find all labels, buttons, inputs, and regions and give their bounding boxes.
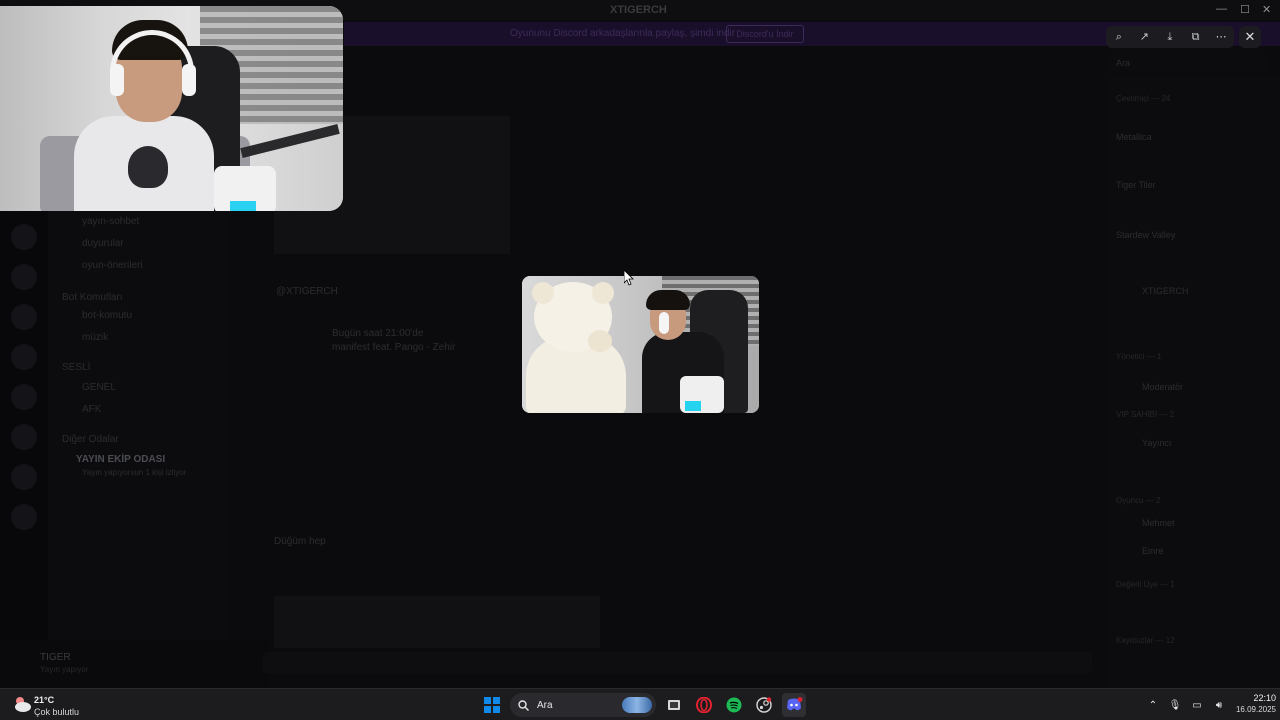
- chat-message: Düğüm hep: [274, 536, 326, 547]
- user-panel-username: TIGER: [40, 652, 71, 663]
- chevron-up-icon[interactable]: ⌃: [1146, 700, 1160, 711]
- channel-list: yayın-sohbet duyurular oyun-önerileri Bo…: [48, 210, 226, 688]
- weather-temperature: 21°C: [34, 695, 55, 705]
- taskbar-search-label: Ara: [537, 699, 553, 711]
- teddy-bear-ear: [532, 282, 554, 304]
- message-input[interactable]: [262, 652, 1092, 674]
- member-category: Kayıtsızlar — 12: [1116, 636, 1175, 645]
- popout-person-hair: [646, 290, 690, 310]
- server-icon[interactable]: [11, 504, 37, 530]
- member-item[interactable]: XTIGERCH: [1142, 286, 1189, 296]
- close-window-icon[interactable]: ✕: [1262, 3, 1271, 16]
- member-category: Yönetici — 1: [1116, 352, 1162, 361]
- voice-channel-item[interactable]: GENEL: [82, 382, 116, 393]
- shirt-skull-print: [128, 146, 168, 188]
- taskbar-clock[interactable]: 22:10 16.09.2025: [1224, 693, 1276, 714]
- download-icon[interactable]: ⤓: [1161, 28, 1179, 46]
- channel-category[interactable]: Bot Komutları: [62, 292, 123, 303]
- weather-condition: Çok bulutlu: [34, 707, 80, 717]
- discord-icon[interactable]: [782, 693, 806, 717]
- app-title: XTIGERCH: [610, 4, 667, 16]
- forward-icon[interactable]: ↗: [1135, 28, 1153, 46]
- member-list: Çevrimiçi — 24 Metallica Tiger Tiler Sta…: [1106, 76, 1280, 688]
- channel-category[interactable]: Diğer Odalar: [62, 434, 119, 445]
- message-embed[interactable]: [274, 596, 600, 648]
- server-icon[interactable]: [11, 384, 37, 410]
- spotify-icon[interactable]: [722, 693, 746, 717]
- user-panel: TIGER Yayın yapıyor: [0, 640, 270, 688]
- voice-channel-item[interactable]: AFK: [82, 404, 101, 415]
- member-category: Değerli Üye — 1: [1116, 580, 1175, 589]
- server-icon[interactable]: [11, 424, 37, 450]
- zoom-icon[interactable]: ⌕: [1110, 28, 1128, 46]
- server-list: [0, 210, 48, 688]
- member-item[interactable]: Moderatör: [1142, 382, 1183, 392]
- channel-category[interactable]: SESLİ: [62, 362, 90, 373]
- server-icon[interactable]: [11, 224, 37, 250]
- member-item[interactable]: Tiger Tiler: [1116, 180, 1156, 190]
- channel-item[interactable]: müzik: [82, 332, 108, 343]
- member-category: Çevrimiçi — 24: [1116, 94, 1171, 103]
- network-icon[interactable]: ▭: [1190, 700, 1204, 711]
- banner-download-button[interactable]: Discord'u İndir: [726, 25, 804, 43]
- server-icon[interactable]: [11, 264, 37, 290]
- search-highlight-image: [622, 697, 652, 713]
- chat-message: @XTIGERCH: [276, 286, 338, 297]
- opera-icon[interactable]: [692, 693, 716, 717]
- task-view-icon[interactable]: [662, 693, 686, 717]
- webcam-overlay: [0, 6, 343, 211]
- member-category: VIP SAHİBİ — 2: [1116, 410, 1175, 419]
- member-item[interactable]: Stardew Valley: [1116, 230, 1175, 240]
- clock-time: 22:10: [1253, 693, 1276, 703]
- member-item[interactable]: Mehmet: [1142, 518, 1175, 528]
- channel-item[interactable]: yayın-sohbet: [82, 216, 139, 227]
- headphone-cup: [110, 64, 124, 96]
- stream-popout-video[interactable]: [522, 276, 759, 413]
- close-viewer-button[interactable]: ✕: [1239, 26, 1261, 48]
- cloud-weather-icon: [15, 697, 31, 712]
- taskbar-search[interactable]: Ara: [510, 693, 656, 717]
- windows-start-icon[interactable]: [480, 693, 504, 717]
- banner-text: Oyununu Discord arkadaşlarınla paylaş, ş…: [510, 28, 736, 39]
- member-item[interactable]: Yayıncı: [1142, 438, 1171, 448]
- server-icon[interactable]: [11, 304, 37, 330]
- headphone-cup: [182, 64, 196, 96]
- server-icon[interactable]: [11, 344, 37, 370]
- voice-channel-status: Yayın yapıyorsun 1 kişi izliyor: [82, 468, 187, 477]
- teddy-bear-snout: [588, 330, 612, 352]
- microphone-icon[interactable]: 🎙︎: [1168, 700, 1182, 711]
- more-icon[interactable]: ⋯: [1212, 28, 1230, 46]
- server-icon[interactable]: [11, 464, 37, 490]
- windows-taskbar: 21°C Çok bulutlu Ara ⌃ 🎙︎ ▭ 🔊︎ 22:10 16.…: [0, 688, 1280, 720]
- popout-mic-light: [685, 401, 701, 411]
- weather-widget[interactable]: 21°C Çok bulutlu: [10, 691, 90, 719]
- member-category: Oyuncu — 2: [1116, 496, 1161, 505]
- chat-message: manifest feat. Pango - Zehir: [332, 342, 456, 353]
- microphone-light: [230, 201, 256, 211]
- taskbar-apps: Ara: [480, 692, 806, 718]
- image-viewer-toolbar: ⌕ ↗ ⤓ ⧉ ⋯: [1106, 26, 1234, 48]
- popout-headphone: [659, 312, 669, 334]
- channel-item[interactable]: duyurular: [82, 238, 124, 249]
- clock-date: 16.09.2025: [1235, 705, 1276, 714]
- minimize-icon[interactable]: —: [1216, 3, 1227, 15]
- member-item[interactable]: Emre: [1142, 546, 1164, 556]
- user-panel-status: Yayın yapıyor: [40, 665, 89, 674]
- voice-channel-item-selected[interactable]: YAYIN EKİP ODASI: [76, 454, 165, 465]
- channel-item[interactable]: oyun-önerileri: [82, 260, 143, 271]
- open-external-icon[interactable]: ⧉: [1187, 28, 1205, 46]
- member-search-placeholder: Ara: [1116, 58, 1131, 68]
- steam-icon[interactable]: [752, 693, 776, 717]
- maximize-icon[interactable]: ☐: [1240, 3, 1250, 16]
- system-tray: ⌃ 🎙︎ ▭ 🔊︎: [1146, 693, 1226, 717]
- member-item[interactable]: Metallica: [1116, 132, 1152, 142]
- screen-area: XTIGERCH — ☐ ✕ Oyununu Discord arkadaşla…: [0, 0, 1280, 688]
- teddy-bear-ear: [592, 282, 614, 304]
- member-search-input[interactable]: Ara: [1108, 54, 1270, 72]
- chat-message: Bugün saat 21:00'de: [332, 328, 424, 339]
- search-icon: [518, 699, 529, 711]
- channel-item[interactable]: bot-komutu: [82, 310, 132, 321]
